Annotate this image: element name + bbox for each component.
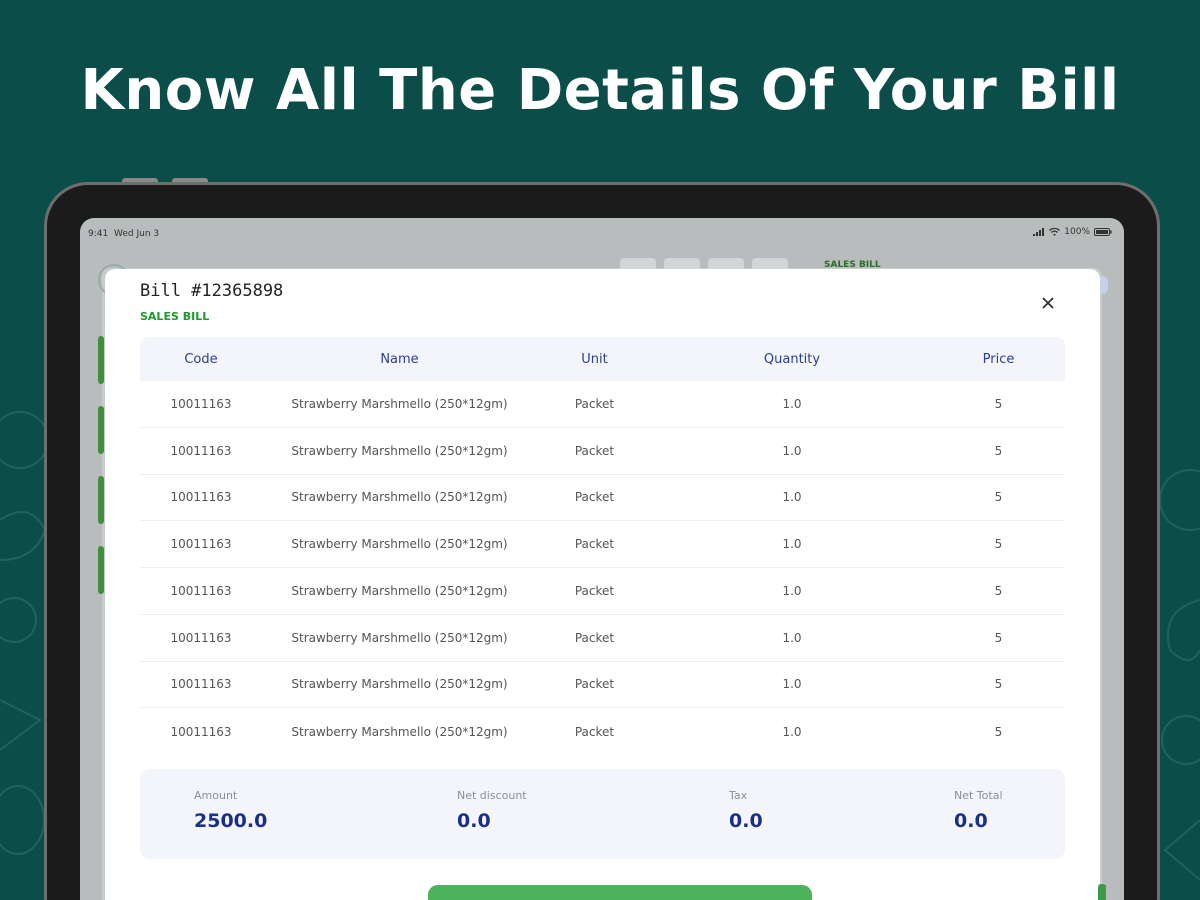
bill-title: Bill #12365898 (140, 281, 284, 301)
battery-icon (1094, 228, 1112, 236)
cell-code: 10011163 (170, 443, 232, 458)
column-header-quantity: Quantity (763, 351, 821, 367)
tax-value: 0.0 (729, 810, 763, 832)
cell-quantity: 1.0 (782, 724, 802, 739)
background-action-edge (1098, 884, 1106, 900)
cell-price: 5 (994, 724, 1003, 739)
cell-price: 5 (994, 490, 1003, 505)
cell-name: Strawberry Marshmello (250*12gm) (291, 724, 508, 739)
summary-tax: Tax 0.0 (729, 789, 763, 832)
background-list-marker (98, 476, 104, 524)
cell-quantity: 1.0 (782, 537, 802, 552)
summary-net-discount: Net discount 0.0 (457, 789, 527, 832)
cell-unit: Packet (574, 630, 615, 645)
cell-quantity: 1.0 (782, 396, 802, 411)
cell-price: 5 (994, 396, 1003, 411)
cell-price: 5 (994, 537, 1003, 552)
background-list-marker (98, 546, 104, 594)
cell-unit: Packet (574, 537, 615, 552)
cell-code: 10011163 (170, 724, 232, 739)
cell-code: 10011163 (170, 490, 232, 505)
net-discount-value: 0.0 (457, 810, 491, 832)
table-row[interactable]: 10011163 Strawberry Marshmello (250*12gm)… (140, 381, 1065, 428)
close-icon (1042, 297, 1054, 309)
battery-level: 100% (1064, 227, 1090, 237)
bill-details-modal: Bill #12365898 SALES BILL Code Name Unit… (105, 269, 1100, 900)
summary-net-total: Net Total 0.0 (954, 789, 1003, 832)
close-button[interactable] (1038, 293, 1058, 313)
table-body: 10011163 Strawberry Marshmello (250*12gm)… (140, 381, 1065, 755)
cell-name: Strawberry Marshmello (250*12gm) (291, 630, 508, 645)
bill-action-button[interactable] (428, 885, 812, 900)
table-row[interactable]: 10011163 Strawberry Marshmello (250*12gm)… (140, 475, 1065, 522)
table-row[interactable]: 10011163 Strawberry Marshmello (250*12gm)… (140, 521, 1065, 568)
wifi-icon (1049, 228, 1061, 236)
cell-unit: Packet (574, 677, 615, 692)
table-row[interactable]: 10011163 Strawberry Marshmello (250*12gm)… (140, 568, 1065, 615)
cell-code: 10011163 (170, 396, 232, 411)
net-discount-label: Net discount (457, 789, 527, 802)
cell-name: Strawberry Marshmello (250*12gm) (291, 537, 508, 552)
cell-unit: Packet (574, 396, 615, 411)
cell-quantity: 1.0 (782, 630, 802, 645)
cell-code: 10011163 (170, 630, 232, 645)
amount-label: Amount (194, 789, 238, 802)
cell-quantity: 1.0 (782, 490, 802, 505)
background-list-marker (98, 406, 104, 454)
cell-code: 10011163 (170, 583, 232, 598)
cell-unit: Packet (574, 724, 615, 739)
cell-price: 5 (994, 583, 1003, 598)
cell-unit: Packet (574, 443, 615, 458)
cell-unit: Packet (574, 583, 615, 598)
cell-quantity: 1.0 (782, 583, 802, 598)
column-header-price: Price (982, 351, 1015, 367)
column-header-unit: Unit (581, 351, 608, 367)
cell-name: Strawberry Marshmello (250*12gm) (291, 396, 508, 411)
cell-name: Strawberry Marshmello (250*12gm) (291, 490, 508, 505)
status-icons: 100% (1033, 227, 1112, 237)
net-total-value: 0.0 (954, 810, 988, 832)
signal-icon (1033, 228, 1045, 236)
bill-items-table: Code Name Unit Quantity Price 10011163 St… (140, 337, 1065, 755)
background-list-marker (98, 336, 104, 384)
cell-unit: Packet (574, 490, 615, 505)
table-row[interactable]: 10011163 Strawberry Marshmello (250*12gm)… (140, 428, 1065, 475)
cell-name: Strawberry Marshmello (250*12gm) (291, 443, 508, 458)
cell-quantity: 1.0 (782, 443, 802, 458)
cell-name: Strawberry Marshmello (250*12gm) (291, 583, 508, 598)
cell-name: Strawberry Marshmello (250*12gm) (291, 677, 508, 692)
tax-label: Tax (729, 789, 748, 802)
net-total-label: Net Total (954, 789, 1003, 802)
table-row[interactable]: 10011163 Strawberry Marshmello (250*12gm)… (140, 615, 1065, 662)
cell-quantity: 1.0 (782, 677, 802, 692)
amount-value: 2500.0 (194, 810, 268, 832)
cell-price: 5 (994, 443, 1003, 458)
page-headline: Know All The Details Of Your Bill (80, 58, 1120, 123)
cell-price: 5 (994, 630, 1003, 645)
bill-type-label: SALES BILL (140, 310, 210, 323)
cell-code: 10011163 (170, 537, 232, 552)
status-time: 9:41 (88, 229, 109, 239)
bill-summary: Amount 2500.0 Net discount 0.0 Tax 0.0 N… (140, 769, 1065, 859)
table-header: Code Name Unit Quantity Price (140, 337, 1065, 381)
summary-amount: Amount 2500.0 (194, 789, 267, 832)
cell-code: 10011163 (170, 677, 232, 692)
cell-price: 5 (994, 677, 1003, 692)
column-header-code: Code (184, 351, 218, 367)
table-row[interactable]: 10011163 Strawberry Marshmello (250*12gm)… (140, 662, 1065, 709)
column-header-name: Name (380, 351, 419, 367)
status-bar: 9:41 Wed Jun 3 100% (80, 218, 1124, 248)
status-date: Wed Jun 3 (114, 229, 160, 239)
table-row[interactable]: 10011163 Strawberry Marshmello (250*12gm)… (140, 708, 1065, 755)
